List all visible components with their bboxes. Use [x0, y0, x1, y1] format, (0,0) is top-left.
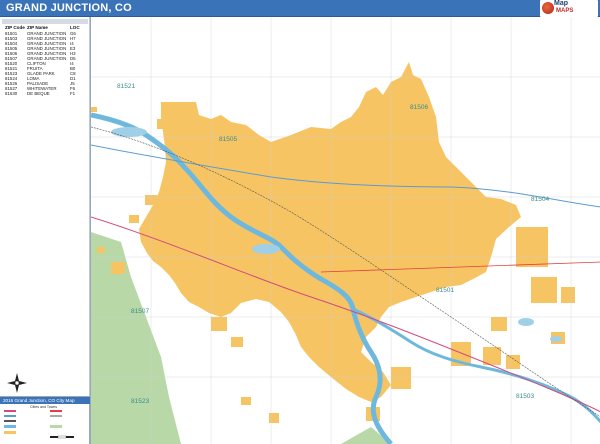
development-area-d	[129, 215, 139, 223]
legend-swatch-city	[4, 431, 16, 434]
globe-icon	[542, 2, 554, 14]
zip-label-81505: 81505	[219, 136, 238, 143]
development-area-i	[231, 337, 243, 347]
legend-subtitle: Cities and Towns	[30, 405, 58, 409]
zip-label-81503: 81503	[516, 393, 535, 400]
logo-line2: MAPS	[556, 8, 574, 14]
development-area-g	[183, 267, 203, 283]
zip-label-81507: 81507	[131, 308, 150, 315]
zip-row-loc: F1	[70, 91, 76, 96]
zip-column-header: ZIP Code	[5, 25, 25, 30]
logo-line1: Map	[554, 0, 568, 7]
development-area-a	[91, 107, 97, 112]
zip-panel-header-bar	[2, 19, 88, 24]
legend-swatch-interstate	[4, 415, 16, 417]
zip-label-81521: 81521	[117, 83, 136, 90]
zip-row-zip: 81630	[5, 91, 18, 96]
zip-code-panel: ZIP Code ZIP Name LOC 81501 GRAND JUNCTIO…	[0, 17, 90, 397]
gunnison-river	[352, 307, 600, 424]
zip-name-column-header: ZIP Name	[27, 25, 48, 30]
zip-label-81501: 81501	[436, 287, 455, 294]
development-area-e	[111, 262, 125, 274]
legend-swatch-railroad	[4, 420, 16, 422]
compass-rose-icon	[7, 373, 27, 393]
legend-swatch-forest	[50, 425, 62, 428]
development-area-u	[269, 413, 279, 423]
zip-label-81504: 81504	[531, 196, 550, 203]
lake-east	[518, 318, 534, 326]
map-legend: 2016 Grand Junction, CO City Map Cities …	[0, 396, 90, 444]
development-area-k	[531, 277, 557, 303]
development-area-l	[561, 287, 575, 303]
scale-bar	[50, 435, 74, 439]
legend-swatch-water	[4, 425, 16, 428]
loc-column-header: LOC	[70, 25, 80, 30]
legend-swatch-main-road	[50, 410, 62, 412]
zip-row-name: DE BEQUE	[27, 91, 50, 96]
legend-swatch-highway	[4, 410, 16, 412]
development-area-t	[241, 397, 251, 405]
legend-swatch-street	[50, 415, 62, 417]
map-title: GRAND JUNCTION, CO	[6, 2, 132, 14]
development-area-b	[157, 119, 165, 129]
market-maps-logo: Map MAPS	[540, 0, 598, 17]
title-bar: GRAND JUNCTION, CO Map MAPS	[0, 0, 600, 17]
development-area-f	[97, 247, 105, 253]
zip-label-81506: 81506	[410, 104, 429, 111]
lake-southeast	[550, 336, 562, 342]
map-area[interactable]: 81521 81505 81506 81504 81501 81507 8152…	[90, 17, 600, 444]
lake-river-bend	[252, 244, 280, 254]
development-area-j	[516, 227, 548, 267]
development-area-m	[491, 317, 507, 331]
legend-title: 2016 Grand Junction, CO City Map	[0, 397, 90, 404]
zip-label-81523: 81523	[131, 398, 150, 405]
map-canvas[interactable]	[90, 17, 600, 444]
development-area-q	[391, 367, 411, 389]
development-area-o	[483, 347, 501, 365]
development-area-h	[211, 317, 227, 331]
zip-row: 81630 DE BEQUE F1	[0, 91, 90, 96]
lake-west	[111, 127, 147, 137]
